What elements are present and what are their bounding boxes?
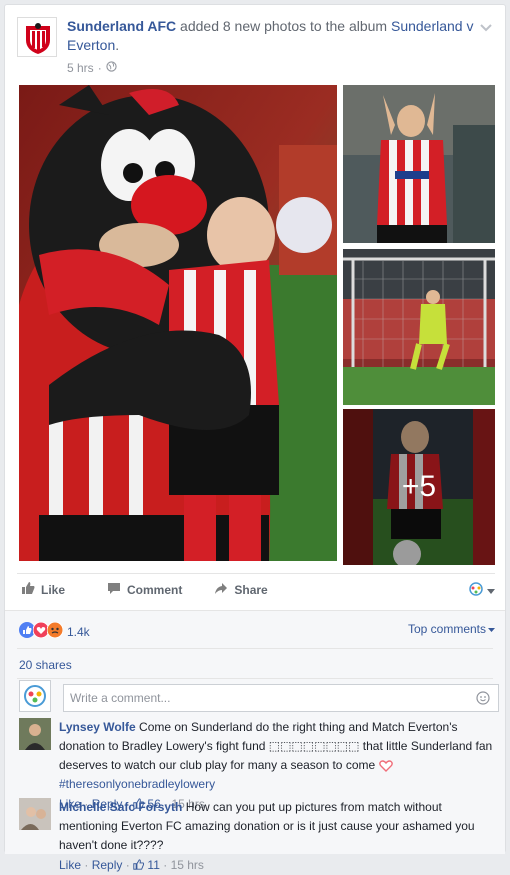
comment-author[interactable]: Michelle Safc Forsyth — [59, 800, 182, 814]
user-avatar-icon — [20, 685, 50, 714]
commenter-avatar[interactable] — [19, 718, 51, 750]
globe-icon — [106, 61, 117, 75]
share-label: Share — [234, 582, 268, 597]
post-card: Sunderland AFC added 8 new photos to the… — [4, 4, 506, 872]
post-actions: Like Comment Share — [17, 573, 495, 605]
separator: · — [163, 858, 168, 872]
emoji-icon — [468, 582, 484, 599]
heart-icon — [378, 758, 393, 772]
commenter-avatar[interactable] — [19, 798, 51, 830]
dropdown-arrow-icon — [487, 584, 495, 598]
album-period: . — [115, 37, 120, 53]
comment-input[interactable]: Write a comment... — [63, 684, 499, 712]
post-header: Sunderland AFC added 8 new photos to the… — [17, 15, 493, 77]
comment-icon — [107, 581, 121, 598]
photo-main[interactable] — [19, 85, 337, 561]
caret-down-icon — [488, 622, 495, 636]
page-avatar[interactable] — [17, 17, 57, 57]
share-button[interactable]: Share — [210, 581, 268, 598]
post-meta: 5 hrs · — [67, 61, 117, 75]
comment-button[interactable]: Comment — [103, 581, 182, 598]
top-comments-label: Top comments — [407, 622, 486, 636]
comment-body: Michelle Safc Forsyth How can you put up… — [59, 798, 499, 875]
thumbs-up-icon — [133, 858, 147, 872]
photo-more[interactable]: +5 — [343, 409, 495, 565]
comment-reply-link[interactable]: Reply — [92, 858, 123, 872]
like-label: Like — [41, 582, 66, 597]
photo-goalkeeper[interactable] — [343, 249, 495, 405]
page-name-link[interactable]: Sunderland AFC — [67, 18, 176, 34]
comment-footer: Like · Reply · 11 · 15 hrs — [59, 855, 499, 875]
meta-separator: · — [97, 61, 102, 75]
post-headline: Sunderland AFC added 8 new photos to the… — [67, 17, 477, 55]
like-button[interactable]: Like — [17, 581, 65, 598]
more-photos-count: +5 — [401, 470, 437, 503]
angry-reaction-icon — [46, 621, 64, 641]
separator: · — [125, 858, 130, 872]
divider — [17, 678, 493, 679]
photo-grid: +5 — [19, 85, 495, 565]
reaction-icons[interactable]: 1.4k — [19, 621, 90, 641]
top-comments-selector[interactable]: Top comments — [408, 622, 495, 636]
comment-hashtag[interactable]: #theresonlyonebradleylowery — [59, 777, 215, 791]
comment-author[interactable]: Lynsey Wolfe — [59, 720, 136, 734]
reaction-count[interactable]: 1.4k — [67, 625, 90, 639]
divider — [17, 648, 493, 649]
comment-placeholder: Write a comment... — [70, 691, 171, 705]
more-photos-overlay[interactable]: +5 — [343, 409, 495, 565]
comment-like-link[interactable]: Like — [59, 858, 81, 872]
separator: · — [84, 858, 89, 872]
post-time[interactable]: 5 hrs — [67, 61, 94, 75]
thumbs-up-icon — [21, 581, 35, 598]
comment-label: Comment — [127, 582, 183, 597]
reaction-picker[interactable] — [468, 582, 495, 599]
reactions-summary: 1.4k Top comments — [5, 610, 505, 648]
photo-player-celebrating[interactable] — [343, 85, 495, 243]
emoji-picker-icon[interactable] — [476, 691, 490, 708]
post-action-text: added 8 new photos to the album — [176, 18, 391, 34]
album-link-part-1[interactable]: Sunderland v — [391, 18, 474, 34]
composer-avatar — [19, 680, 51, 712]
comment-time[interactable]: 15 hrs — [171, 858, 204, 872]
shares-count[interactable]: 20 shares — [19, 658, 72, 672]
comment-like-count[interactable]: 11 — [147, 858, 159, 872]
share-icon — [214, 581, 228, 598]
chevron-down-icon[interactable] — [479, 21, 493, 35]
album-link-part-2[interactable]: Everton — [67, 37, 115, 53]
